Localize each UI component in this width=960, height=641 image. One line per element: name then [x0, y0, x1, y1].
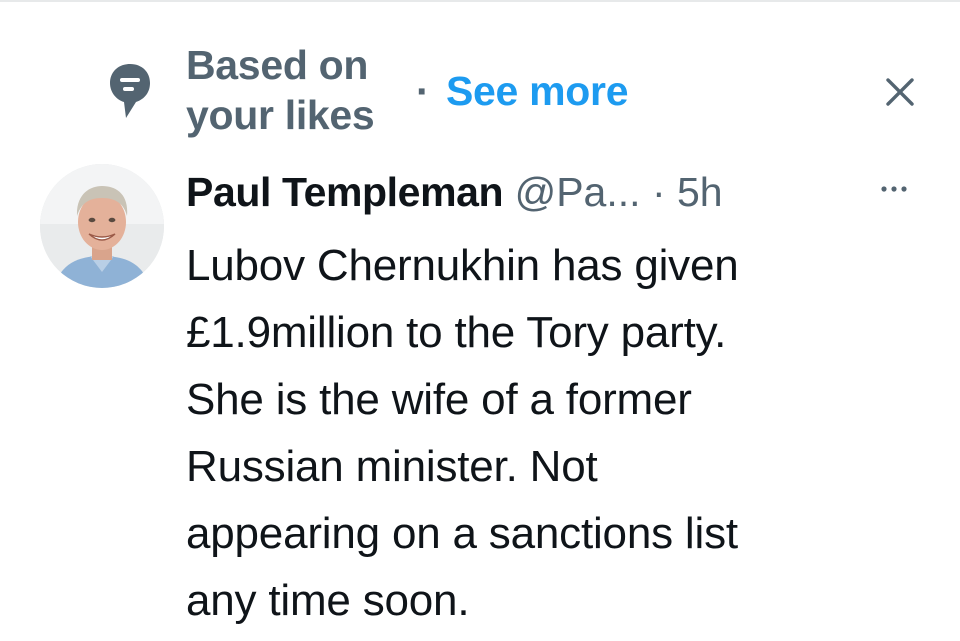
- context-label: Based on your likes: [186, 40, 416, 140]
- context-label-line-1: Based on: [186, 42, 369, 88]
- time-separator: ·: [640, 169, 677, 215]
- see-more-link[interactable]: See more: [446, 66, 629, 116]
- close-icon[interactable]: [880, 72, 920, 112]
- tweet-text-line: £1.9million to the Tory party.: [186, 308, 727, 357]
- avatar-portrait: [40, 164, 164, 288]
- tweet-text-line: any time soon.: [186, 576, 470, 625]
- tweet-text-line: Russian minister. Not: [186, 442, 598, 491]
- more-dots-icon[interactable]: [876, 174, 912, 204]
- tweet-text: Lubov Chernukhin has given £1.9million t…: [186, 232, 906, 634]
- context-label-line-2: your likes: [186, 92, 375, 138]
- author-name[interactable]: Paul Templeman: [186, 169, 504, 215]
- social-context-row: Based on your likes · See more: [0, 0, 960, 160]
- author-handle[interactable]: @Pa...: [515, 169, 641, 215]
- tweet-text-line: appearing on a sanctions list: [186, 509, 738, 558]
- speech-bubble-icon: [110, 64, 150, 118]
- tweet-text-line: Lubov Chernukhin has given: [186, 241, 739, 290]
- tweet-timestamp[interactable]: 5h: [677, 169, 723, 215]
- context-separator: ·: [416, 68, 430, 114]
- author-avatar[interactable]: [40, 164, 164, 288]
- tweet-header: Paul Templeman @Pa... · 5h: [186, 166, 886, 218]
- tweet-text-line: She is the wife of a former: [186, 375, 692, 424]
